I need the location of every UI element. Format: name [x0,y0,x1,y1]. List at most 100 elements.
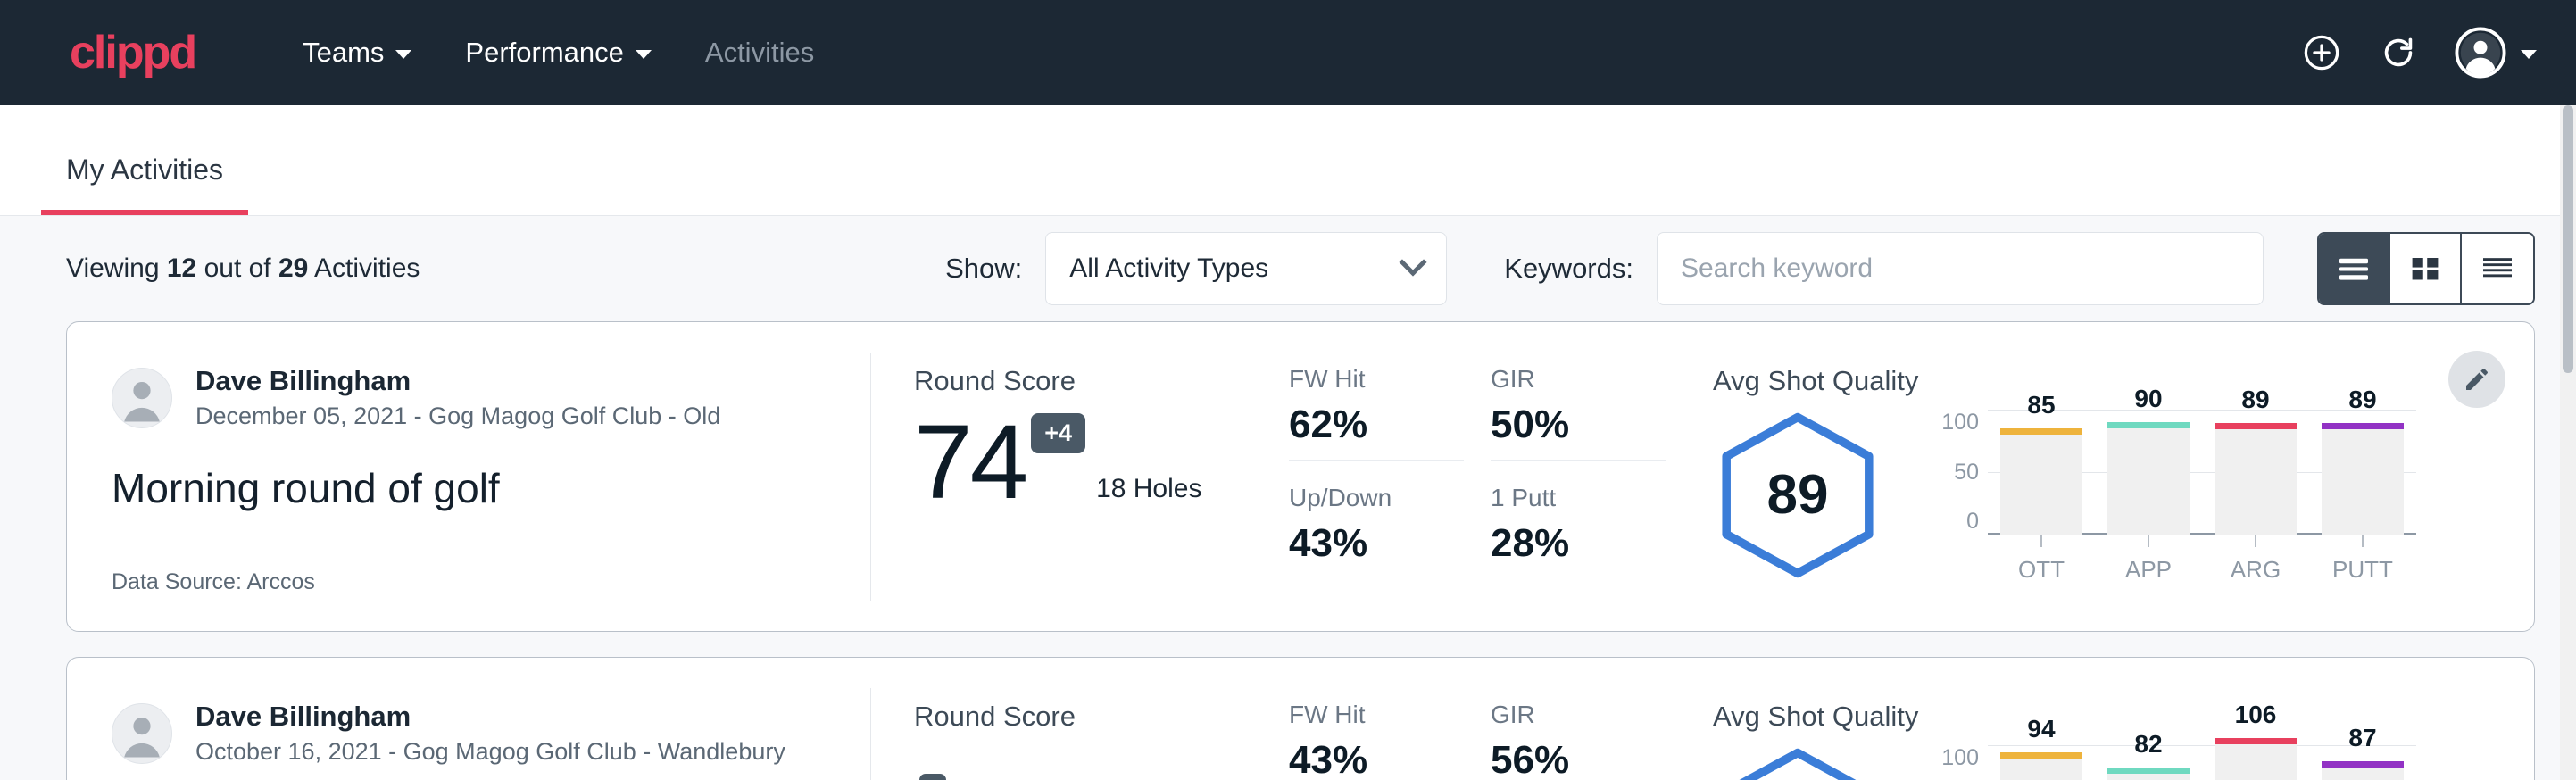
shot-quality-value [1713,746,1882,780]
chart-bar [2000,428,2082,535]
account-menu[interactable] [2455,27,2537,79]
scrollbar-thumb[interactable] [2563,105,2573,373]
view-toggle-grid[interactable] [2390,234,2462,303]
shot-quality-hexagon [1713,746,1882,780]
chart-bar-cap [2000,752,2082,759]
stat-value: 56% [1491,738,1666,780]
author-name: Dave Billingham [195,701,785,733]
account-avatar-icon [2455,27,2506,79]
chart-bar [2322,423,2404,535]
person-icon [112,703,171,763]
chart-bars: 948210687 [1988,745,2416,780]
shot-quality-chart: 100 50 0 85908989 OTTAPPARGPUTT [1924,406,2416,584]
stat-label: FW Hit [1289,701,1464,729]
nav-item-performance[interactable]: Performance [438,26,677,79]
chart-bar-value: 82 [2107,730,2190,759]
chart-x-label: PUTT [2332,556,2393,584]
stat-value: 43% [1289,738,1464,780]
holes-played: 18 Holes [1096,474,1201,504]
search-input[interactable] [1657,232,2264,305]
activity-meta: December 05, 2021 - Gog Magog Golf Club … [195,402,720,430]
y-tick: 0 [1924,509,1979,535]
viewing-count: 12 [167,253,196,283]
stat-label: GIR [1491,365,1666,394]
viewing-mid: out of [196,253,278,283]
chart-tick-mark [2148,535,2149,547]
activity-card[interactable]: Dave Billingham December 05, 2021 - Gog … [66,321,2535,632]
stat-label: FW Hit [1289,365,1464,394]
plus-circle-icon[interactable] [2301,32,2342,73]
stat-percentages: FW Hit 43% GIR 56% [1246,658,1666,780]
stat-percentages: FW Hit 62% GIR 50% Up/Down 43% 1 Putt 28… [1246,322,1666,631]
viewing-suffix: Activities [308,253,420,283]
stat-gir: GIR 56% [1491,701,1666,780]
chart-x-tick-group: PUTT [2322,535,2404,584]
tab-label: My Activities [66,154,223,186]
avg-shot-quality-label: Avg Shot Quality [1713,701,2534,733]
tab-my-activities[interactable]: My Activities [41,154,248,215]
chart-bar-value: 94 [2000,715,2082,743]
chart-plot-area: 85908989 OTTAPPARGPUTT [1988,410,2416,584]
compact-view-icon [2480,254,2515,283]
refresh-icon[interactable] [2378,32,2419,73]
chart-x-axis: OTTAPPARGPUTT [1988,535,2416,584]
view-mode-toggle-group [2317,232,2535,305]
chart-bar-group: 89 [2322,410,2404,535]
chart-bar [2107,768,2190,780]
chart-bar-cap [2107,768,2190,774]
stat-gir: GIR 50% [1491,365,1666,461]
nav-item-label: Teams [303,37,384,69]
page-scrollbar[interactable] [2560,105,2576,780]
round-score-row: 74 +4 18 Holes [914,410,1246,515]
top-navigation-bar: clippd Teams Performance Activities [0,0,2576,105]
chart-x-tick-group: ARG [2215,535,2297,584]
chart-tick-mark [2255,535,2256,547]
activity-info: Dave Billingham October 16, 2021 - Gog M… [67,658,870,780]
stat-up-down: Up/Down 43% [1289,484,1464,578]
shot-quality-chart: 100 50 0 948210687 OTTAPPARGPUTT [1924,742,2416,780]
chart-y-axis: 100 50 0 [1924,410,1979,535]
app-logo[interactable]: clippd [70,29,195,76]
list-view-icon [2336,254,2372,283]
activity-type-select[interactable]: All Activity Types [1045,232,1447,305]
activity-list: Dave Billingham December 05, 2021 - Gog … [0,321,2576,780]
chart-bar-cap [2215,423,2297,429]
nav-item-activities[interactable]: Activities [678,26,841,79]
view-toggle-list[interactable] [2319,234,2390,303]
nav-item-label: Performance [465,37,623,69]
nav-item-teams[interactable]: Teams [276,26,438,79]
edit-activity-button[interactable] [2448,351,2505,408]
chart-bar-cap [2107,422,2190,428]
chart-bar-group: 82 [2107,745,2190,780]
chart-plot-area: 948210687 OTTAPPARGPUTT [1988,745,2416,780]
chart-bars: 85908989 [1988,410,2416,535]
stat-fw-hit: FW Hit 62% [1289,365,1464,461]
shot-quality-value: 89 [1713,411,1882,580]
chart-bar [2107,422,2190,535]
primary-nav: Teams Performance Activities [276,26,841,79]
chevron-down-icon [395,50,411,59]
activity-card[interactable]: Dave Billingham October 16, 2021 - Gog M… [66,657,2535,780]
show-label: Show: [945,253,1022,285]
stat-label: 1 Putt [1491,484,1666,512]
chart-tick-mark [2362,535,2364,547]
grid-view-icon [2407,254,2443,283]
chart-bar-group: 87 [2322,745,2404,780]
data-source: Data Source: Arccos [112,569,826,595]
chart-bar-cap [2000,428,2082,435]
y-tick: 100 [1924,410,1979,436]
view-toggle-compact[interactable] [2462,234,2533,303]
chart-bar-value: 106 [2215,701,2297,729]
stat-value: 62% [1289,402,1464,447]
chart-bar-value: 87 [2322,724,2404,752]
activity-info: Dave Billingham December 05, 2021 - Gog … [67,322,870,631]
y-tick: 100 [1924,745,1979,771]
round-score-label: Round Score [914,701,1246,733]
chevron-down-icon [2521,50,2537,59]
chart-bar-group: 106 [2215,745,2297,780]
chart-bar [2322,761,2404,780]
viewing-count-text: Viewing 12 out of 29 Activities [66,253,420,284]
data-source-value: Arccos [246,569,314,594]
y-tick: 50 [1924,460,1979,485]
chevron-down-icon [636,50,652,59]
